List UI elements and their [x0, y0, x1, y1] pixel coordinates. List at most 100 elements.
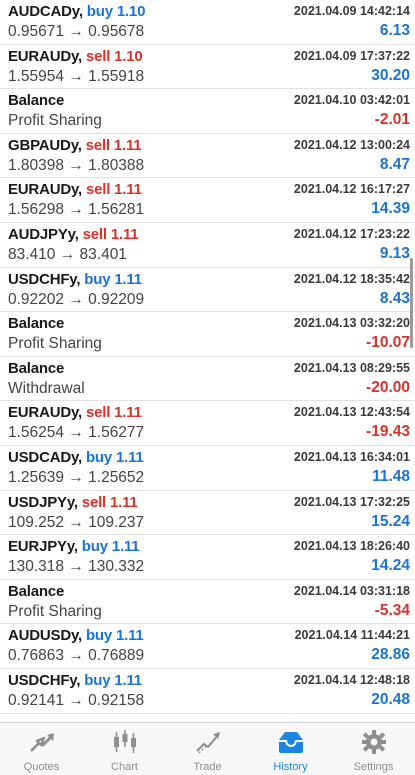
- row-detail: 1.80398 → 1.80388: [8, 156, 145, 174]
- row-detail: 0.92202 → 0.92209: [8, 290, 145, 308]
- tab-bar: Quotes Chart Trade History Settings: [0, 722, 415, 775]
- trade-volume: 1.11: [114, 404, 142, 422]
- row-title: GBPAUDy, sell 1.11: [8, 136, 142, 154]
- symbol: GBPAUDy: [8, 136, 78, 154]
- symbol: EURAUDy: [8, 181, 78, 199]
- profit-value: -5.34: [374, 601, 410, 619]
- history-row[interactable]: Balance Profit Sharing 2021.04.10 03:42:01…: [0, 89, 415, 134]
- scroll-indicator[interactable]: [410, 258, 413, 348]
- tab-chart[interactable]: Chart: [83, 723, 166, 775]
- history-row[interactable]: USDCHFy, buy 1.11 0.92202 → 0.92209 2021.0…: [0, 268, 415, 313]
- symbol: USDJPYy: [8, 493, 74, 511]
- timestamp: 2021.04.12 18:35:42: [293, 271, 410, 286]
- timestamp: 2021.04.13 16:34:01: [293, 449, 410, 464]
- row-detail: Profit Sharing: [8, 602, 102, 620]
- trade-volume: 1.10: [114, 47, 143, 65]
- timestamp: 2021.04.13 17:32:25: [293, 494, 410, 509]
- profit-value: 11.48: [372, 467, 410, 485]
- row-title: AUDJPYy, sell 1.11: [8, 225, 139, 243]
- row-title: Balance: [8, 92, 64, 109]
- profit-value: -2.01: [374, 111, 410, 129]
- history-list[interactable]: AUDCADy, buy 1.10 0.95671 → 0.95678 2021.0…: [0, 0, 415, 722]
- symbol: USDCHFy: [8, 671, 77, 689]
- history-row[interactable]: GBPAUDy, sell 1.11 1.80398 → 1.80388 2021.…: [0, 134, 415, 179]
- trade-action: sell: [82, 225, 107, 243]
- quotes-icon: [27, 729, 57, 758]
- history-row[interactable]: EURAUDy, sell 1.11 1.56254 → 1.56277 2021.…: [0, 401, 415, 446]
- symbol: AUDCADy: [8, 3, 79, 20]
- symbol: EURAUDy: [8, 47, 78, 65]
- row-detail: 0.76863 → 0.76889: [8, 647, 145, 665]
- row-title: USDJPYy, sell 1.11: [8, 493, 138, 511]
- profit-value: -19.43: [366, 423, 410, 441]
- trade-volume: 1.11: [114, 181, 142, 199]
- symbol: AUDJPYy: [8, 225, 75, 243]
- trade-volume: 1.11: [115, 448, 144, 466]
- row-title: USDCHFy, buy 1.11: [8, 671, 142, 689]
- symbol: Balance: [8, 92, 65, 110]
- profit-value: 14.39: [371, 200, 410, 218]
- history-row[interactable]: USDCHFy, buy 1.11 0.92141 → 0.92158 2021.0…: [0, 669, 415, 714]
- row-detail: 130.318 → 130.332: [8, 558, 145, 576]
- row-title: AUDCADy, buy 1.10: [8, 3, 146, 20]
- history-row[interactable]: EURAUDy, sell 1.11 1.56298 → 1.56281 2021.…: [0, 178, 415, 223]
- tab-quotes[interactable]: Quotes: [0, 723, 83, 775]
- timestamp: 2021.04.09 17:37:22: [293, 48, 410, 63]
- history-row[interactable]: USDJPYy, sell 1.11 109.252 → 109.237 2021.…: [0, 491, 415, 536]
- history-row[interactable]: EURAUDy, sell 1.10 1.55954 → 1.55918 2021.…: [0, 45, 415, 90]
- timestamp: 2021.04.14 03:31:18: [293, 583, 410, 598]
- row-title: USDCHFy, buy 1.11: [8, 270, 142, 288]
- symbol: EURAUDy: [8, 404, 78, 422]
- timestamp: 2021.04.10 03:42:01: [293, 93, 410, 108]
- history-row[interactable]: Balance Profit Sharing 2021.04.14 03:31:18…: [0, 580, 415, 625]
- history-row[interactable]: EURJPYy, buy 1.11 130.318 → 130.332 2021.0…: [0, 535, 415, 580]
- timestamp: 2021.04.14 11:44:21: [294, 628, 410, 643]
- trade-volume: 1.11: [110, 225, 139, 243]
- tab-history[interactable]: History: [249, 723, 332, 775]
- profit-value: 20.48: [371, 690, 410, 708]
- trade-action: buy: [85, 627, 113, 645]
- tab-settings[interactable]: Settings: [332, 723, 415, 775]
- history-row[interactable]: AUDCADy, buy 1.10 0.95671 → 0.95678 2021.0…: [0, 0, 415, 45]
- row-title: Balance: [8, 360, 64, 377]
- profit-value: 9.13: [379, 244, 410, 262]
- history-row[interactable]: Balance Withdrawal 2021.04.13 08:29:55 -20.…: [0, 357, 415, 402]
- profit-value: 6.13: [379, 22, 410, 39]
- history-row[interactable]: Balance Profit Sharing 2021.04.13 03:32:20…: [0, 312, 415, 357]
- row-detail: 109.252 → 109.237: [8, 513, 145, 531]
- timestamp: 2021.04.12 16:17:27: [293, 182, 410, 197]
- history-row[interactable]: USDCADy, buy 1.11 1.25639 → 1.25652 2021.0…: [0, 446, 415, 491]
- profit-value: -10.07: [366, 334, 410, 352]
- row-title: EURAUDy, sell 1.11: [8, 404, 142, 422]
- timestamp: 2021.04.13 08:29:55: [293, 360, 410, 375]
- timestamp: 2021.04.12 17:23:22: [293, 226, 410, 241]
- trade-volume: 1.10: [116, 3, 146, 20]
- trade-action: sell: [81, 493, 107, 511]
- profit-value: 30.20: [371, 66, 410, 84]
- row-detail: 1.56298 → 1.56281: [8, 201, 145, 219]
- row-detail: Profit Sharing: [8, 335, 102, 353]
- tab-label: Trade: [193, 761, 222, 773]
- trade-action: sell: [85, 136, 110, 154]
- row-title: Balance: [8, 315, 64, 332]
- history-row[interactable]: AUDUSDy, buy 1.11 0.76863 → 0.76889 2021.0…: [0, 624, 415, 669]
- trade-action: sell: [85, 404, 111, 422]
- row-detail: 1.25639 → 1.25652: [8, 468, 145, 486]
- row-detail: 0.95671 → 0.95678: [8, 23, 145, 40]
- profit-value: -20.00: [366, 378, 410, 396]
- symbol: USDCADy: [8, 448, 78, 466]
- profit-value: 8.43: [379, 289, 410, 307]
- profit-value: 15.24: [371, 512, 410, 530]
- tab-trade[interactable]: Trade: [166, 723, 249, 775]
- row-detail: Profit Sharing: [8, 112, 102, 130]
- profit-value: 14.24: [371, 557, 410, 575]
- timestamp: 2021.04.09 14:42:14: [293, 4, 410, 18]
- trade-volume: 1.11: [113, 136, 142, 154]
- row-detail: 0.92141 → 0.92158: [8, 691, 145, 709]
- row-title: AUDUSDy, buy 1.11: [8, 627, 144, 645]
- history-row[interactable]: AUDJPYy, sell 1.11 83.410 → 83.401 2021.04…: [0, 223, 415, 268]
- tab-label: Chart: [111, 761, 138, 773]
- timestamp: 2021.04.14 12:48:18: [293, 672, 410, 687]
- row-title: EURAUDy, sell 1.10: [8, 47, 143, 65]
- history-icon: [276, 729, 306, 758]
